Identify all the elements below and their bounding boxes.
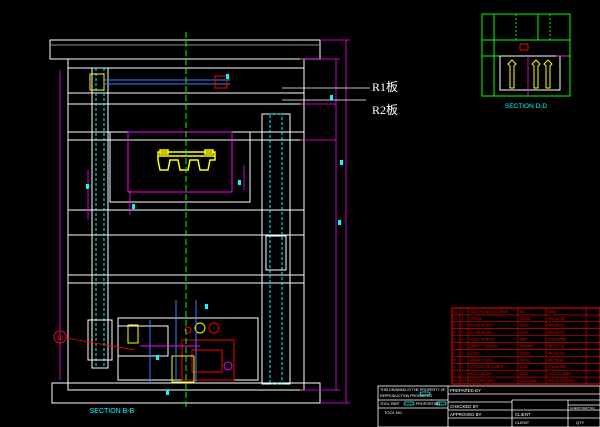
bom-cell-size: SKD61 [520,317,531,321]
plate-leaders [282,87,370,101]
section-label-detail: SECTION D-D [505,103,548,110]
top-bolt-group [89,73,230,91]
bom-cell-no: 11 [454,317,458,321]
right-guide-pillar [261,113,291,385]
title-notes-1: THIS DRAWING IS THE PROPERTY OF [380,388,446,392]
proportion-label: PROPORTION [416,402,440,406]
bom-cell-mat: STANDARD [548,338,568,342]
part-no-label: CLIENT PART NO. [570,406,595,410]
bom-cell-qty: 1 [462,310,464,314]
bom-cell-no: 3 [454,372,456,376]
checked-by-label: CHECKED BY [450,404,479,409]
bom-cell-mat: HRC48-52 [548,351,565,355]
bom-cell-no: 5 [454,358,456,362]
bom-cell-qty: 2 [462,351,464,355]
tool-no-label: TOOL NO. [384,410,403,415]
bom-cell-no: 10 [454,324,458,328]
bom-cell-size: MATERIAL [520,379,538,383]
bom-cell-mat: LKM-SG 4550 [548,372,571,376]
bom-cell-qty: 4 [462,331,464,335]
tool-part-label: TOOL PART [380,402,401,406]
cad-viewport[interactable]: 10 R1板 R2板 SECTION B-B SECTION D-D 12 1 LO… [0,0,600,427]
bom-cell-no: 8 [454,338,456,342]
approved-by-label: APPROVED BY [450,412,482,417]
bom-cell-no: 12 [454,310,458,314]
slide-mechanism[interactable] [117,317,259,383]
detail-section-view[interactable] [481,13,571,97]
bom-cell-name: GUIDE BUSH [470,331,493,335]
bom-cell-size: M6 [520,310,525,314]
bom-cell-size: SUJ2 [520,331,529,335]
section-label-main: SECTION B-B [90,408,135,415]
qty-label: QTY [576,420,585,425]
balloon-callout[interactable] [53,330,136,351]
bom-cell-mat: HRC58-60 [548,358,565,362]
bom-cell-size: SKD11 [520,358,531,362]
bom-cell-no: 6 [454,351,456,355]
ejector-pins [140,300,200,382]
bom-cell-name: SAFETY SCREW [470,344,499,348]
plate-label-r2: R2板 [372,103,398,117]
bom-cell-qty: 2 [462,358,464,362]
bom-cell-name: SLIDE [470,351,481,355]
title-notes-2: REPRODUCTION PROHIBITED [380,394,433,398]
bom-cell-qty: 4 [462,365,464,369]
bom-cell-name: SPRUE [470,317,483,321]
bom-cell-name: STROKE RETAINER [470,365,504,369]
bom-table[interactable]: 12 1 LOCATE RING SCREW M6 S45C11 1 SPRUE SKD61 H… [451,307,600,385]
client-label: CLIENT [515,412,531,417]
bom-cell-mat: HRC32-35 [548,344,565,348]
bom-cell-name: DESCRIPTION [470,379,495,383]
bom-cell-name: MOLD BASE [470,372,492,376]
client-label-2: CLIENT [515,420,530,425]
bom-cell-name: SLIDE SPRING [470,338,495,342]
prepared-by-label: PREPARED BY [450,388,481,393]
bom-cell-qty: 1 [462,317,464,321]
balloon-number: 10 [57,336,64,342]
bom-cell-size: S45C [520,365,529,369]
bom-cell-size: SKD11 [520,324,531,328]
bom-cell-name: LOCATE RING SCREW [470,310,509,314]
left-guide-pillar [87,67,113,369]
bom-rows: 12 1 LOCATE RING SCREW M6 S45C11 1 SPRUE SKD61 H… [451,307,600,384]
bom-cell-size: SCM440 [520,344,534,348]
bom-cell-size: SWP [520,338,529,342]
bom-cell-no: 4 [454,365,456,369]
bom-cell-qty: 2 [462,344,464,348]
bom-cell-mat: S45C [548,310,557,314]
bom-cell-no: 9 [454,331,456,335]
bom-cell-name: GUIDE PLATE [470,324,494,328]
bom-cell-qty: QTY [462,379,470,383]
top-clamp-plate [49,39,321,60]
bom-cell-size: SKD61 [520,351,531,355]
plate-label-r1: R1板 [372,80,398,94]
bom-cell-no: 7 [454,344,456,348]
bom-cell-size: S50C [520,372,529,376]
bom-cell-qty: 1 [462,372,464,376]
bom-cell-no: NO. [454,379,460,383]
bom-cell-qty: 4 [462,338,464,342]
title-block-text: THIS DRAWING IS THE PROPERTY OF REPRODUC… [380,388,595,425]
bom-cell-mat: STANDARD [548,365,568,369]
bom-cell-name: WEAR PLATE [470,358,494,362]
title-block[interactable] [377,385,600,427]
bom-cell-mat: HRC58-60 [548,331,565,335]
bom-cell-mat: HRC58-60 [548,324,565,328]
bom-cell-mat: HRC48-52 [548,317,565,321]
bom-cell-mat: SPECIFICATION [548,379,576,383]
bom-cell-qty: 2 [462,324,464,328]
main-assembly-section[interactable] [49,32,370,408]
